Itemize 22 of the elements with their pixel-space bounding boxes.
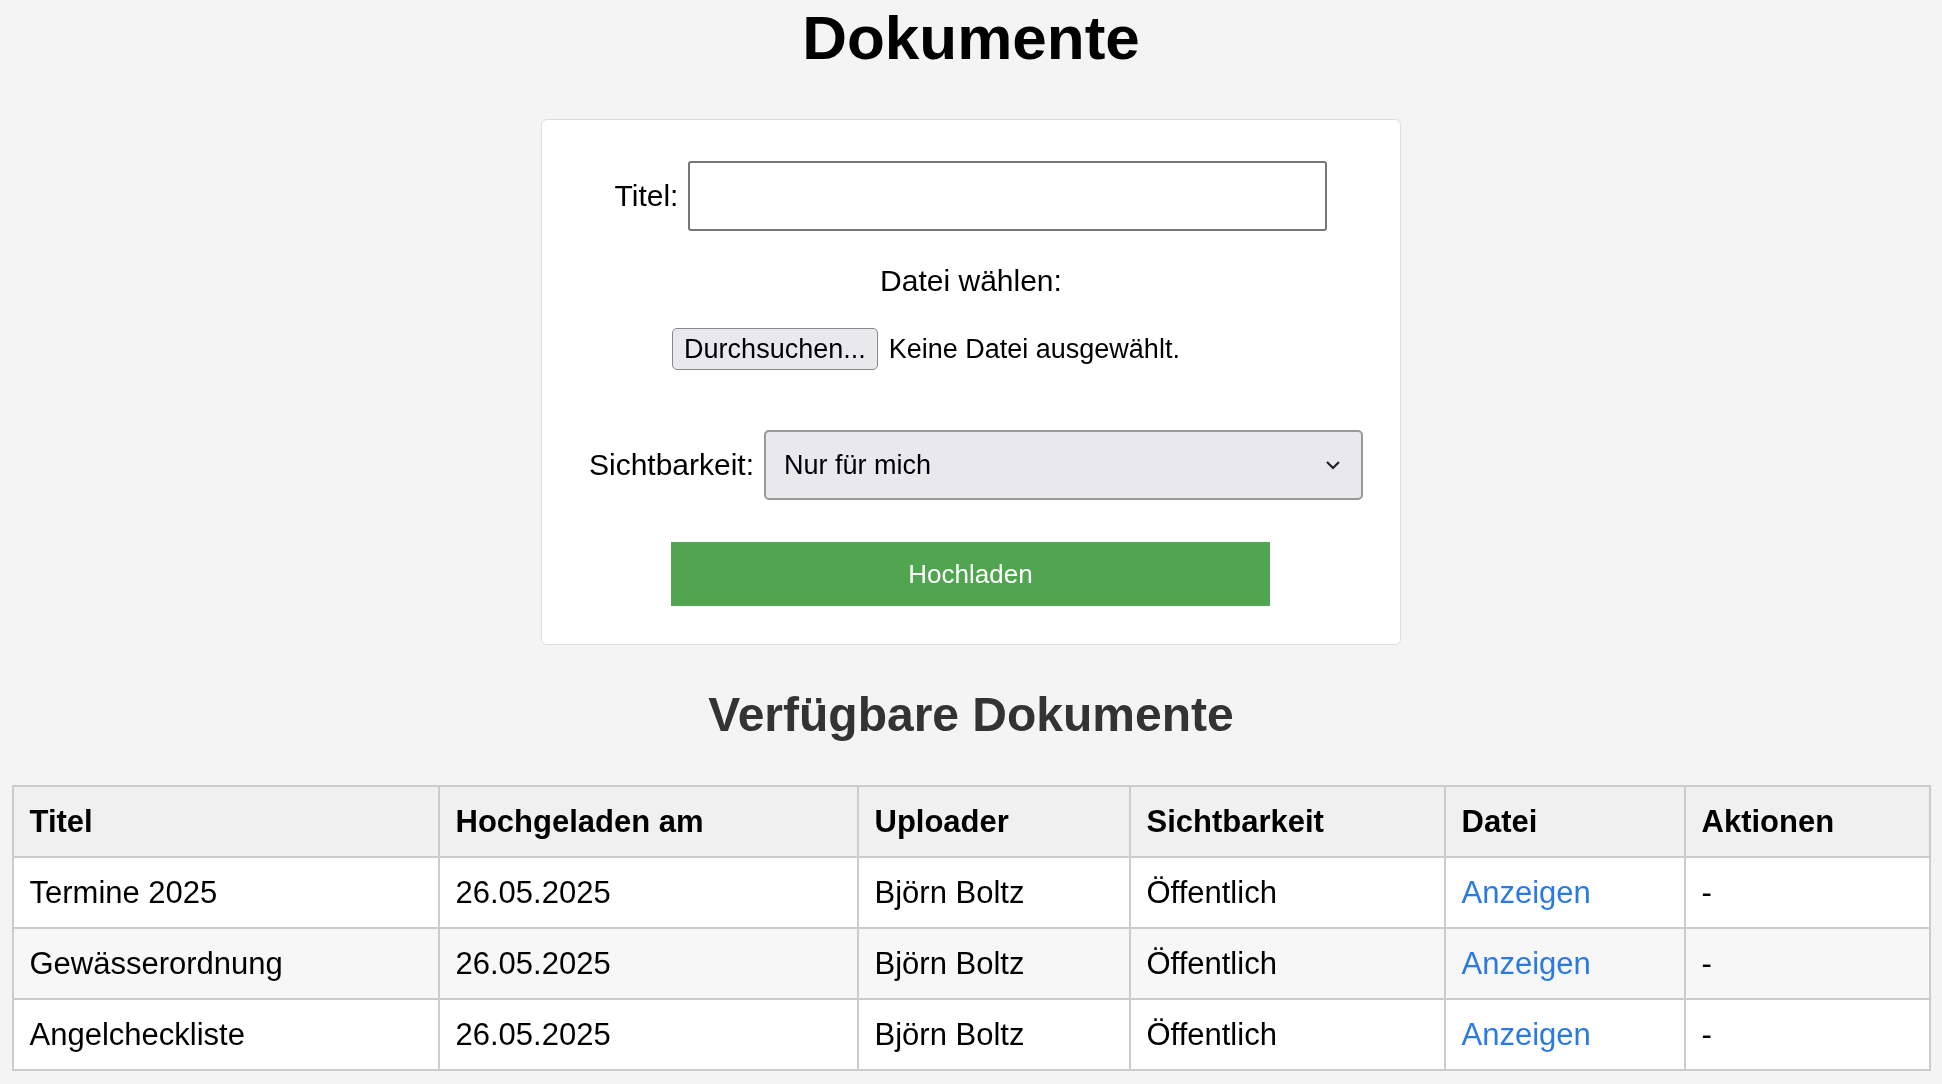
file-status: Keine Datei ausgewählt. bbox=[888, 333, 1180, 365]
column-header: Aktionen bbox=[1684, 786, 1930, 857]
visibility-label: Sichtbarkeit: bbox=[588, 448, 755, 482]
column-header: Datei bbox=[1444, 786, 1685, 857]
table-cell: 26.05.2025 bbox=[438, 999, 858, 1070]
browse-button[interactable]: Durchsuchen... bbox=[672, 328, 878, 370]
title-input[interactable] bbox=[688, 161, 1328, 231]
table-cell: Angelcheckliste bbox=[12, 999, 439, 1070]
table-cell: - bbox=[1684, 999, 1930, 1070]
chevron-down-icon bbox=[1325, 460, 1342, 470]
section-title: Verfügbare Dokumente bbox=[708, 687, 1234, 743]
file-label: Datei wählen: bbox=[880, 264, 1062, 298]
upload-button[interactable]: Hochladen bbox=[671, 542, 1270, 606]
table-cell: Öffentlich bbox=[1129, 999, 1445, 1070]
title-label: Titel: bbox=[614, 179, 679, 213]
column-header: Sichtbarkeit bbox=[1129, 786, 1445, 857]
column-header: Titel bbox=[12, 786, 439, 857]
visibility-select[interactable]: Nur für mich bbox=[764, 430, 1364, 500]
column-header: Hochgeladen am bbox=[438, 786, 858, 857]
column-header: Uploader bbox=[857, 786, 1130, 857]
table-cell: Björn Boltz bbox=[857, 999, 1130, 1070]
page-title: Dokumente bbox=[802, 2, 1140, 74]
